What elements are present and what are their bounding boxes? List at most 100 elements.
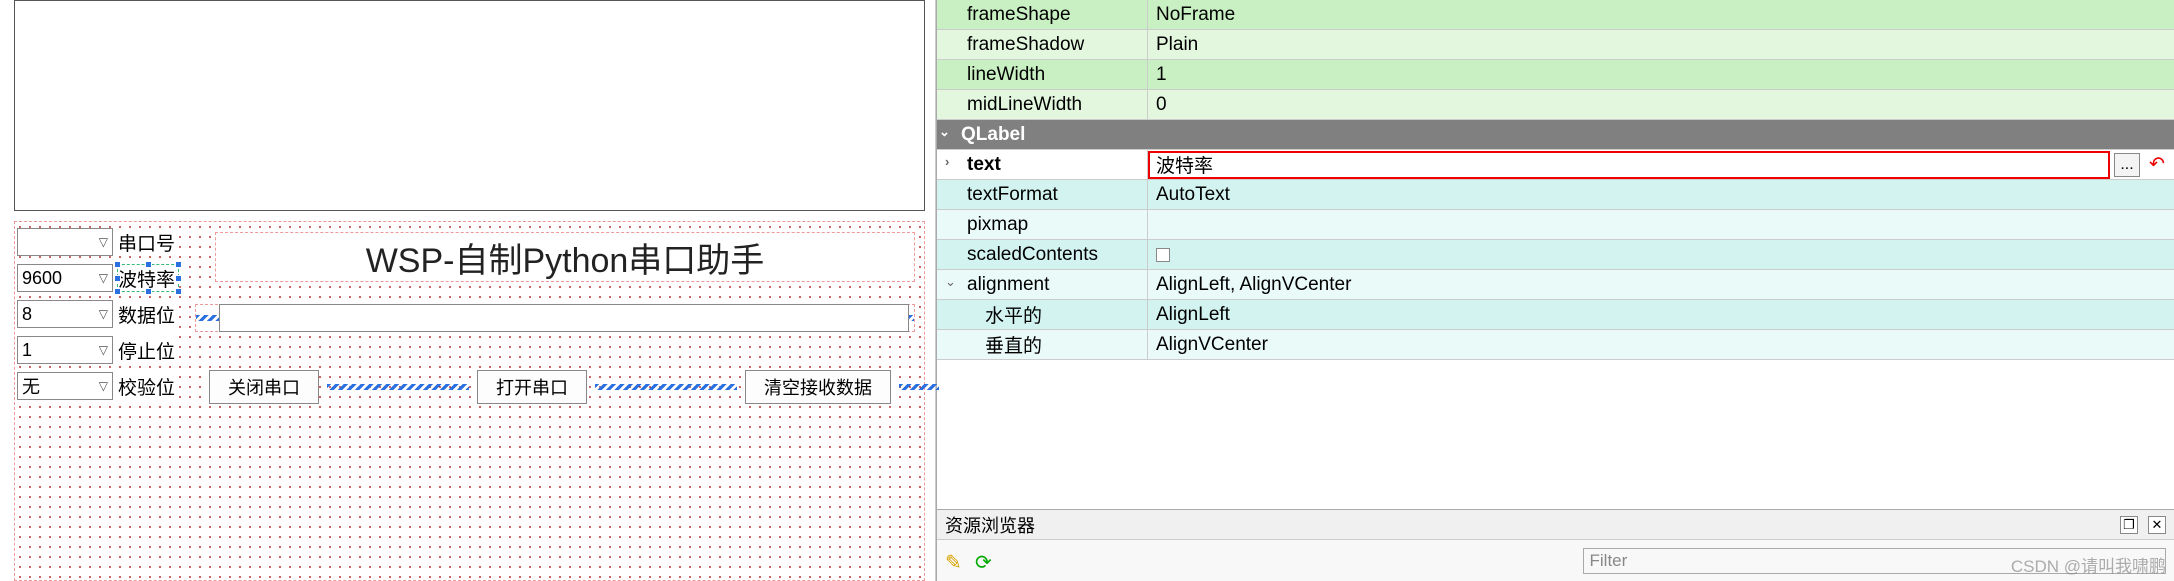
combo-databits[interactable]: 8 ▽	[17, 300, 113, 328]
chevron-down-icon: ⌄	[939, 124, 950, 140]
send-input[interactable]	[219, 304, 909, 332]
prop-key: textFormat	[937, 184, 1147, 206]
label-text: 串口号	[118, 229, 175, 256]
prop-key: pixmap	[937, 214, 1147, 236]
chevron-right-icon[interactable]: ›	[945, 154, 949, 169]
button-row: 关闭串口 打开串口 清空接收数据	[209, 370, 939, 404]
combo-baud[interactable]: 9600 ▽	[17, 264, 113, 292]
prop-val[interactable]: AlignVCenter	[1147, 330, 2174, 359]
label-databits[interactable]: 数据位	[117, 300, 179, 328]
chevron-down-icon: ▽	[99, 271, 108, 285]
prop-val[interactable]: NoFrame	[1147, 0, 2174, 29]
resize-handle[interactable]	[114, 288, 121, 295]
chevron-down-icon[interactable]: ⌄	[945, 274, 956, 290]
resize-handle[interactable]	[175, 288, 182, 295]
button-label: 打开串口	[496, 374, 568, 400]
resource-browser-panel: 资源浏览器 ❐ ✕ ✎ ⟳ Filter	[937, 509, 2174, 581]
prop-key: alignment	[967, 274, 1049, 295]
open-port-button[interactable]: 打开串口	[477, 370, 587, 404]
chevron-down-icon: ▽	[99, 343, 108, 357]
prop-val[interactable]: Plain	[1147, 30, 2174, 59]
prop-section-qlabel[interactable]: ⌄ QLabel	[937, 120, 2174, 150]
label-parity[interactable]: 校验位	[117, 372, 179, 400]
section-title: QLabel	[961, 124, 1025, 145]
property-editor: frameShape NoFrame frameShadow Plain lin…	[936, 0, 2174, 581]
prop-key: frameShadow	[937, 34, 1147, 56]
prop-row-text[interactable]: › text 波特率 ... ↶	[937, 150, 2174, 180]
label-text: 停止位	[118, 337, 175, 364]
chevron-down-icon: ▽	[99, 379, 108, 393]
watermark: CSDN @请叫我啸鹏	[2011, 552, 2166, 577]
resize-handle[interactable]	[114, 275, 121, 282]
combo-parity[interactable]: 无 ▽	[17, 372, 113, 400]
prop-val[interactable]: AutoText	[1147, 180, 2174, 209]
panel-title: 资源浏览器	[945, 512, 1035, 538]
prop-key: text	[967, 154, 1001, 175]
prop-key: 水平的	[937, 301, 1147, 328]
combo-value: 无	[22, 373, 40, 399]
revert-icon[interactable]: ↶	[2146, 154, 2168, 176]
stripe-icon	[899, 384, 939, 390]
text-value: 波特率	[1156, 151, 1213, 178]
resource-browser-title-bar[interactable]: 资源浏览器 ❐ ✕	[937, 510, 2174, 540]
title-text: WSP-自制Python串口助手	[366, 233, 765, 282]
text-property-input[interactable]: 波特率	[1148, 151, 2110, 179]
prop-row-frameShape[interactable]: frameShape NoFrame	[937, 0, 2174, 30]
resize-handle[interactable]	[145, 261, 152, 268]
prop-row-align-v[interactable]: 垂直的 AlignVCenter	[937, 330, 2174, 360]
property-table[interactable]: frameShape NoFrame frameShadow Plain lin…	[937, 0, 2174, 509]
prop-val[interactable]: 0	[1147, 90, 2174, 119]
prop-row-pixmap[interactable]: pixmap	[937, 210, 2174, 240]
prop-row-frameShadow[interactable]: frameShadow Plain	[937, 30, 2174, 60]
resource-toolbar: ✎ ⟳ Filter	[937, 540, 2174, 581]
resize-handle[interactable]	[175, 275, 182, 282]
prop-key: lineWidth	[937, 64, 1147, 86]
combo-value: 8	[22, 304, 32, 325]
prop-val[interactable]	[1147, 210, 2174, 239]
prop-val[interactable]: AlignLeft, AlignVCenter	[1147, 270, 2174, 299]
designer-canvas[interactable]: ▽ 串口号 9600 ▽ 波特率	[0, 0, 936, 581]
combo-port[interactable]: ▽	[17, 228, 113, 256]
label-stopbits[interactable]: 停止位	[117, 336, 179, 364]
prop-val[interactable]: 1	[1147, 60, 2174, 89]
resize-handle[interactable]	[145, 288, 152, 295]
resize-handle[interactable]	[175, 261, 182, 268]
prop-key: frameShape	[937, 4, 1147, 26]
stripe-icon	[595, 384, 737, 390]
resize-handle[interactable]	[114, 261, 121, 268]
restore-icon[interactable]: ❐	[2120, 516, 2138, 534]
close-port-button[interactable]: 关闭串口	[209, 370, 319, 404]
prop-key: midLineWidth	[937, 94, 1147, 116]
label-text: 数据位	[118, 301, 175, 328]
ellipsis-button[interactable]: ...	[2114, 153, 2140, 177]
prop-key: scaledContents	[937, 244, 1147, 266]
pencil-icon[interactable]: ✎	[945, 550, 967, 572]
checkbox[interactable]	[1156, 248, 1170, 262]
prop-row-align-h[interactable]: 水平的 AlignLeft	[937, 300, 2174, 330]
serial-settings-grid: ▽ 串口号 9600 ▽ 波特率	[17, 228, 179, 400]
chevron-down-icon: ▽	[99, 307, 108, 321]
label-port[interactable]: 串口号	[117, 228, 179, 256]
prop-row-textFormat[interactable]: textFormat AutoText	[937, 180, 2174, 210]
prop-row-alignment[interactable]: ⌄ alignment AlignLeft, AlignVCenter	[937, 270, 2174, 300]
title-label[interactable]: WSP-自制Python串口助手	[215, 232, 915, 282]
button-label: 关闭串口	[228, 374, 300, 400]
button-label: 清空接收数据	[764, 374, 872, 400]
combo-value: 1	[22, 340, 32, 361]
prop-val[interactable]: AlignLeft	[1147, 300, 2174, 329]
prop-row-midLineWidth[interactable]: midLineWidth 0	[937, 90, 2174, 120]
stripe-icon	[327, 384, 469, 390]
label-baud[interactable]: 波特率	[117, 264, 179, 292]
prop-row-scaledContents[interactable]: scaledContents	[937, 240, 2174, 270]
label-text: 校验位	[118, 373, 175, 400]
prop-key: 垂直的	[937, 331, 1147, 358]
close-icon[interactable]: ✕	[2148, 516, 2166, 534]
form-widget[interactable]: ▽ 串口号 9600 ▽ 波特率	[14, 221, 925, 581]
prop-row-lineWidth[interactable]: lineWidth 1	[937, 60, 2174, 90]
text-edit-widget[interactable]	[14, 0, 925, 211]
clear-recv-button[interactable]: 清空接收数据	[745, 370, 891, 404]
combo-value: 9600	[22, 268, 62, 289]
chevron-down-icon: ▽	[99, 235, 108, 249]
reload-icon[interactable]: ⟳	[975, 550, 997, 572]
combo-stopbits[interactable]: 1 ▽	[17, 336, 113, 364]
